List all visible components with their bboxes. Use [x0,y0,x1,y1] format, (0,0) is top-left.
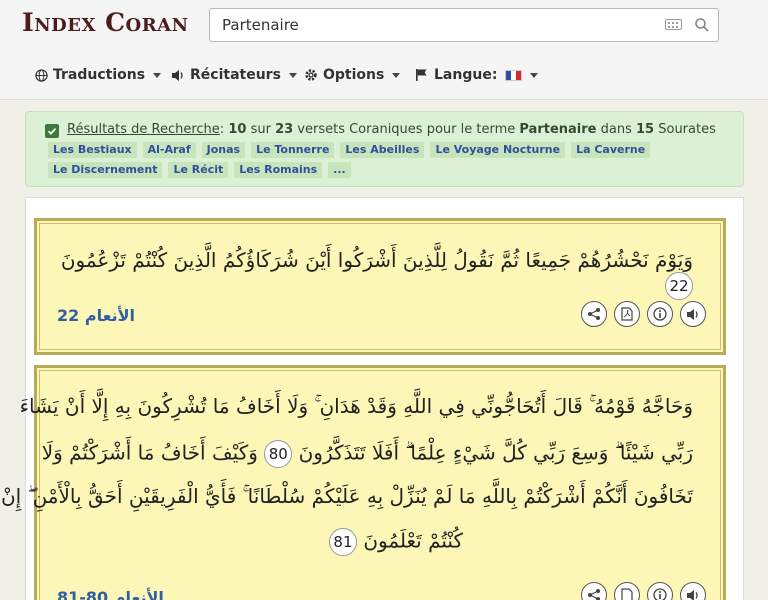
info-icon[interactable] [647,582,673,600]
gear-icon [305,69,317,81]
surah-tag[interactable]: Le Voyage Nocturne [430,142,566,158]
menu-options-label: Options [323,67,385,83]
surah-tags: Les Bestiaux Al-Araf Jonas Le Tonnerre L… [48,142,738,178]
verse-reference[interactable]: الأنعام 22 [57,306,135,325]
speaker-icon[interactable] [680,301,706,327]
results-link[interactable]: Résultats de Recherche [67,122,220,137]
surah-tag[interactable]: La Caverne [571,142,651,158]
results-summary-text: Résultats de Recherche: 10 sur 23 verset… [67,122,716,137]
header: Index Coran Traductions Récitateurs Opti… [0,0,768,100]
verse-actions [581,582,706,600]
verse-reference[interactable]: الأنعام 80-81 [57,588,164,600]
menu-options[interactable]: Options [304,65,401,85]
surah-tag[interactable]: Le Récit [168,162,229,178]
verse-text-line: وَحَاجَّهُ قَوْمُهُ ۚ قَالَ أَتُحَاجُّون… [19,394,693,418]
verses-panel: وَيَوْمَ نَحْشُرُهُمْ جَمِيعًا ثُمَّ نَق… [1,197,744,600]
verse-card: وَيَوْمَ نَحْشُرُهُمْ جَمِيعًا ثُمَّ نَق… [34,218,726,355]
info-icon[interactable] [647,301,673,327]
verse-number: 81 [328,528,357,556]
speaker-icon[interactable] [680,582,706,600]
verse-text-line: رَبِّي شَيْئًا ۗ وَسِعَ رَبِّي كُلَّ شَي… [23,440,693,468]
menu-language-label: Langue: [434,67,498,83]
globe-icon [35,68,48,82]
menu-translations[interactable]: Traductions [35,65,162,85]
surah-tag[interactable]: Jonas [201,142,246,158]
share-icon[interactable] [581,582,607,600]
chevron-down-icon [153,72,162,78]
keyboard-icon[interactable] [665,19,682,30]
flag-icon [416,69,427,81]
surah-tag[interactable]: Al-Araf [142,142,196,158]
menu-reciters[interactable]: Récitateurs [171,65,297,85]
search-box [209,8,719,42]
verse-actions [581,301,706,327]
surah-tag[interactable]: Les Abeilles [340,142,425,158]
pdf-icon[interactable] [614,301,640,327]
search-icon[interactable] [694,17,710,33]
verse-text-line: تَخَافُونَ أَنَّكُمْ أَشْرَكْتُمْ بِاللَ… [0,484,693,508]
menu-translations-label: Traductions [53,67,146,83]
verse-card: وَحَاجَّهُ قَوْمُهُ ۚ قَالَ أَتُحَاجُّون… [1,365,726,600]
chevron-down-icon [288,72,297,78]
verse-number: 80 [264,440,293,468]
menu-language[interactable]: Langue: [415,65,539,85]
site-logo[interactable]: Index Coran [22,8,189,37]
french-flag-icon [505,69,523,81]
checkbox-icon[interactable] [45,124,59,138]
search-input[interactable] [210,9,650,41]
surah-tag[interactable]: Les Bestiaux [48,142,137,158]
surah-tag[interactable]: Le Tonnerre [251,142,335,158]
menu-reciters-label: Récitateurs [190,67,281,83]
pdf-icon[interactable] [614,582,640,600]
surah-tag[interactable]: Les Romains [234,162,323,178]
more-tags[interactable]: ... [328,162,351,178]
verse-number: 22 [665,272,693,300]
speaker-icon [172,69,183,81]
chevron-down-icon [392,72,401,78]
share-icon[interactable] [581,301,607,327]
search-results-summary: Résultats de Recherche: 10 sur 23 verset… [25,111,744,187]
verse-text-line: كُنْتُمْ تَعْلَمُونَ 81 [43,528,463,556]
chevron-down-icon [530,72,539,78]
verse-text: وَيَوْمَ نَحْشُرُهُمْ جَمِيعًا ثُمَّ نَق… [33,248,693,300]
surah-tag[interactable]: Le Discernement [48,162,163,178]
